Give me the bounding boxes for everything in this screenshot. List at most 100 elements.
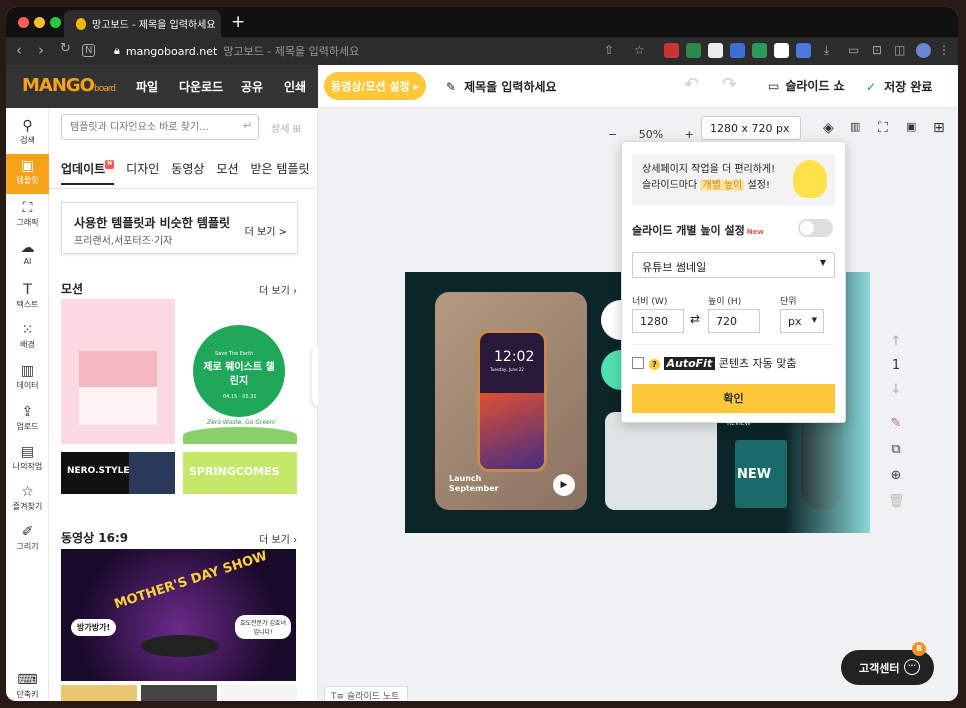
rail-item-ai[interactable]: ☁ AI bbox=[6, 236, 49, 276]
tab-update[interactable]: 업데이트 N bbox=[61, 160, 115, 185]
reload-icon[interactable]: ↻ bbox=[60, 41, 71, 56]
profile-avatar[interactable] bbox=[916, 43, 931, 58]
canvas-size-button[interactable]: 1280 x 720 px ︿ bbox=[701, 116, 801, 148]
rail-item-favorites[interactable]: ☆ 즐겨찾기 bbox=[6, 480, 49, 520]
rail-item-my-work[interactable]: ▤ 나의작업 bbox=[6, 440, 49, 480]
bookmark-star-icon[interactable]: ☆ bbox=[634, 43, 645, 57]
page-down-icon[interactable]: ↓ bbox=[888, 382, 904, 397]
reco-more-link[interactable]: 더 보기 > bbox=[245, 223, 287, 238]
rail-item-search[interactable]: ⚲ 검색 bbox=[6, 114, 49, 154]
download-icon[interactable]: ⤓ bbox=[824, 43, 829, 58]
extension-icon-5[interactable] bbox=[752, 43, 767, 58]
rail-item-template[interactable]: ▣ 템플릿 bbox=[6, 154, 49, 194]
rail-item-graphic[interactable]: ⛶ 그래픽 bbox=[6, 196, 49, 236]
slide-note-button[interactable]: T≡ 슬라이드 노트 bbox=[324, 686, 408, 701]
undo-icon[interactable]: ↶ bbox=[684, 74, 699, 95]
zoom-in-button[interactable]: + bbox=[685, 128, 694, 141]
save-status[interactable]: ✓ 저장 완료 bbox=[866, 78, 932, 95]
title-text: 제목을 입력하세요 bbox=[464, 80, 557, 94]
browser-tab[interactable]: 망고보드 - 제목을 입력하세요 bbox=[64, 10, 221, 37]
notion-icon[interactable]: N bbox=[82, 44, 96, 57]
rail-item-upload[interactable]: ⇪ 업로드 bbox=[6, 400, 49, 440]
share-icon[interactable]: ⇧ bbox=[604, 43, 614, 57]
template-thumb-zero-waste[interactable]: Save The Earth 제로 웨이스트 챌린지 04.15 - 05.31… bbox=[183, 299, 297, 444]
template-thumb-nero[interactable]: NERO.STYLE bbox=[61, 452, 175, 494]
url-field[interactable]: 🔒︎ mangoboard.net 망고보드 - 제목을 입력하세요 bbox=[114, 43, 359, 59]
note-icon: T≡ bbox=[331, 692, 345, 701]
unit-select[interactable]: px ▼ bbox=[780, 309, 824, 333]
layers-icon[interactable]: ◈ bbox=[823, 120, 834, 136]
extension-icon-1[interactable] bbox=[664, 43, 679, 58]
redo-icon[interactable]: ↷ bbox=[722, 74, 737, 95]
zoom-out-button[interactable]: − bbox=[608, 128, 617, 141]
tab-received[interactable]: 받은 템플릿 bbox=[251, 160, 310, 185]
rail-item-shortcuts[interactable]: ⌨ 단축키 bbox=[6, 668, 49, 701]
template-thumb-small-3[interactable] bbox=[221, 685, 297, 701]
video-more-link[interactable]: 더 보기 › bbox=[259, 531, 297, 546]
extension-icon-7[interactable] bbox=[796, 43, 811, 58]
customer-center-button[interactable]: 고객센터 ··· 8 bbox=[841, 642, 934, 685]
sidebar-toggle-icon[interactable]: ◫ bbox=[894, 43, 905, 57]
tip-line-2a: 슬라이드마다 bbox=[642, 180, 701, 191]
height-input[interactable]: 720 bbox=[708, 309, 760, 333]
menu-share[interactable]: 공유 bbox=[241, 78, 263, 95]
panel-divider bbox=[49, 188, 317, 189]
crop-icon[interactable]: ⛶ bbox=[878, 120, 888, 136]
help-icon[interactable]: ? bbox=[649, 359, 660, 370]
template-thumb-mothers-day[interactable]: MOTHER'S DAY SHOW 방가방가! 효도전문가 김효녀입니다! bbox=[61, 549, 296, 681]
motion-more-link[interactable]: 더 보기 › bbox=[259, 282, 297, 297]
more-icon[interactable]: ⋮ bbox=[938, 43, 950, 57]
rail-item-text[interactable]: T 텍스트 bbox=[6, 278, 49, 318]
back-icon[interactable]: ‹ bbox=[16, 41, 22, 59]
extension-icon-4[interactable] bbox=[730, 43, 745, 58]
camera-icon[interactable]: ▭ bbox=[848, 43, 859, 57]
screenshot-icon[interactable]: ⊡ bbox=[872, 43, 882, 57]
rail-item-data[interactable]: ▥ 데이터 bbox=[6, 359, 49, 399]
extension-icon-2[interactable] bbox=[686, 43, 701, 58]
title-input[interactable]: ✎ 제목을 입력하세요 bbox=[446, 78, 557, 95]
forward-icon[interactable]: › bbox=[38, 41, 44, 59]
link-ratio-icon[interactable]: ⇄ bbox=[690, 312, 700, 326]
menu-download[interactable]: 다운로드 bbox=[179, 78, 223, 95]
slideshow-button[interactable]: ▭ 슬라이드 쇼 bbox=[768, 77, 845, 94]
rail-item-background[interactable]: ⁙ 배경 bbox=[6, 318, 49, 358]
tab-video[interactable]: 동영상 bbox=[171, 160, 204, 185]
individual-height-toggle[interactable] bbox=[798, 219, 833, 237]
rail-item-draw[interactable]: ✐ 그리기 bbox=[6, 520, 49, 560]
template-thumb-small-1[interactable] bbox=[61, 685, 137, 701]
autofit-checkbox[interactable] bbox=[632, 357, 644, 369]
save-status-label: 저장 완료 bbox=[884, 80, 933, 94]
size-preset-select[interactable]: 유튜브 썸네일 ▼ bbox=[632, 252, 835, 278]
color-dropper-icon[interactable]: ✎ bbox=[888, 416, 904, 431]
menu-file[interactable]: 파일 bbox=[136, 78, 158, 95]
template-thumb-pink[interactable] bbox=[61, 299, 175, 444]
similar-template-card[interactable]: 사용한 템플릿과 비슷한 템플릿 프리랜서,서포터즈·기자 더 보기 > bbox=[61, 202, 298, 254]
mango-logo[interactable]: MANGOboard bbox=[22, 75, 116, 96]
page-up-icon[interactable]: ↑ bbox=[888, 334, 904, 349]
chart-panel-icon[interactable]: ▣ bbox=[906, 120, 916, 133]
new-tab-button[interactable]: + bbox=[231, 12, 245, 32]
extension-icon-3[interactable] bbox=[708, 43, 723, 58]
grid-view-icon[interactable]: ⊞ bbox=[933, 120, 945, 136]
template-thumb-spring[interactable]: SPRINGCOMES bbox=[183, 452, 297, 494]
ruler-icon[interactable]: ▥ bbox=[850, 120, 860, 133]
duplicate-page-icon[interactable]: ⧉ bbox=[888, 442, 904, 457]
motion-settings-button[interactable]: 동영상/모션 설정 ▸ bbox=[324, 72, 426, 100]
extension-icon-6[interactable] bbox=[774, 43, 789, 58]
confirm-button[interactable]: 확인 bbox=[632, 384, 835, 413]
template-thumb-small-2[interactable] bbox=[141, 685, 217, 701]
width-input[interactable]: 1280 bbox=[632, 309, 684, 333]
close-window-icon[interactable] bbox=[18, 17, 29, 28]
tab-motion[interactable]: 모션 bbox=[216, 160, 238, 185]
enter-icon[interactable]: ↵ bbox=[243, 119, 252, 132]
add-page-icon[interactable]: ⊕ bbox=[888, 468, 904, 483]
detail-search-button[interactable]: 상세 ⊞ bbox=[271, 120, 301, 135]
delete-page-icon[interactable]: 🗑︎ bbox=[888, 494, 905, 509]
maximize-window-icon[interactable] bbox=[50, 17, 61, 28]
tab-design[interactable]: 디자인 bbox=[126, 160, 159, 185]
template-search-input[interactable] bbox=[61, 114, 259, 140]
minimize-window-icon[interactable] bbox=[34, 17, 45, 28]
slide-hand-photo bbox=[605, 412, 717, 510]
menu-print[interactable]: 인쇄 bbox=[284, 78, 306, 95]
zoom-level[interactable]: 50% bbox=[639, 128, 663, 141]
